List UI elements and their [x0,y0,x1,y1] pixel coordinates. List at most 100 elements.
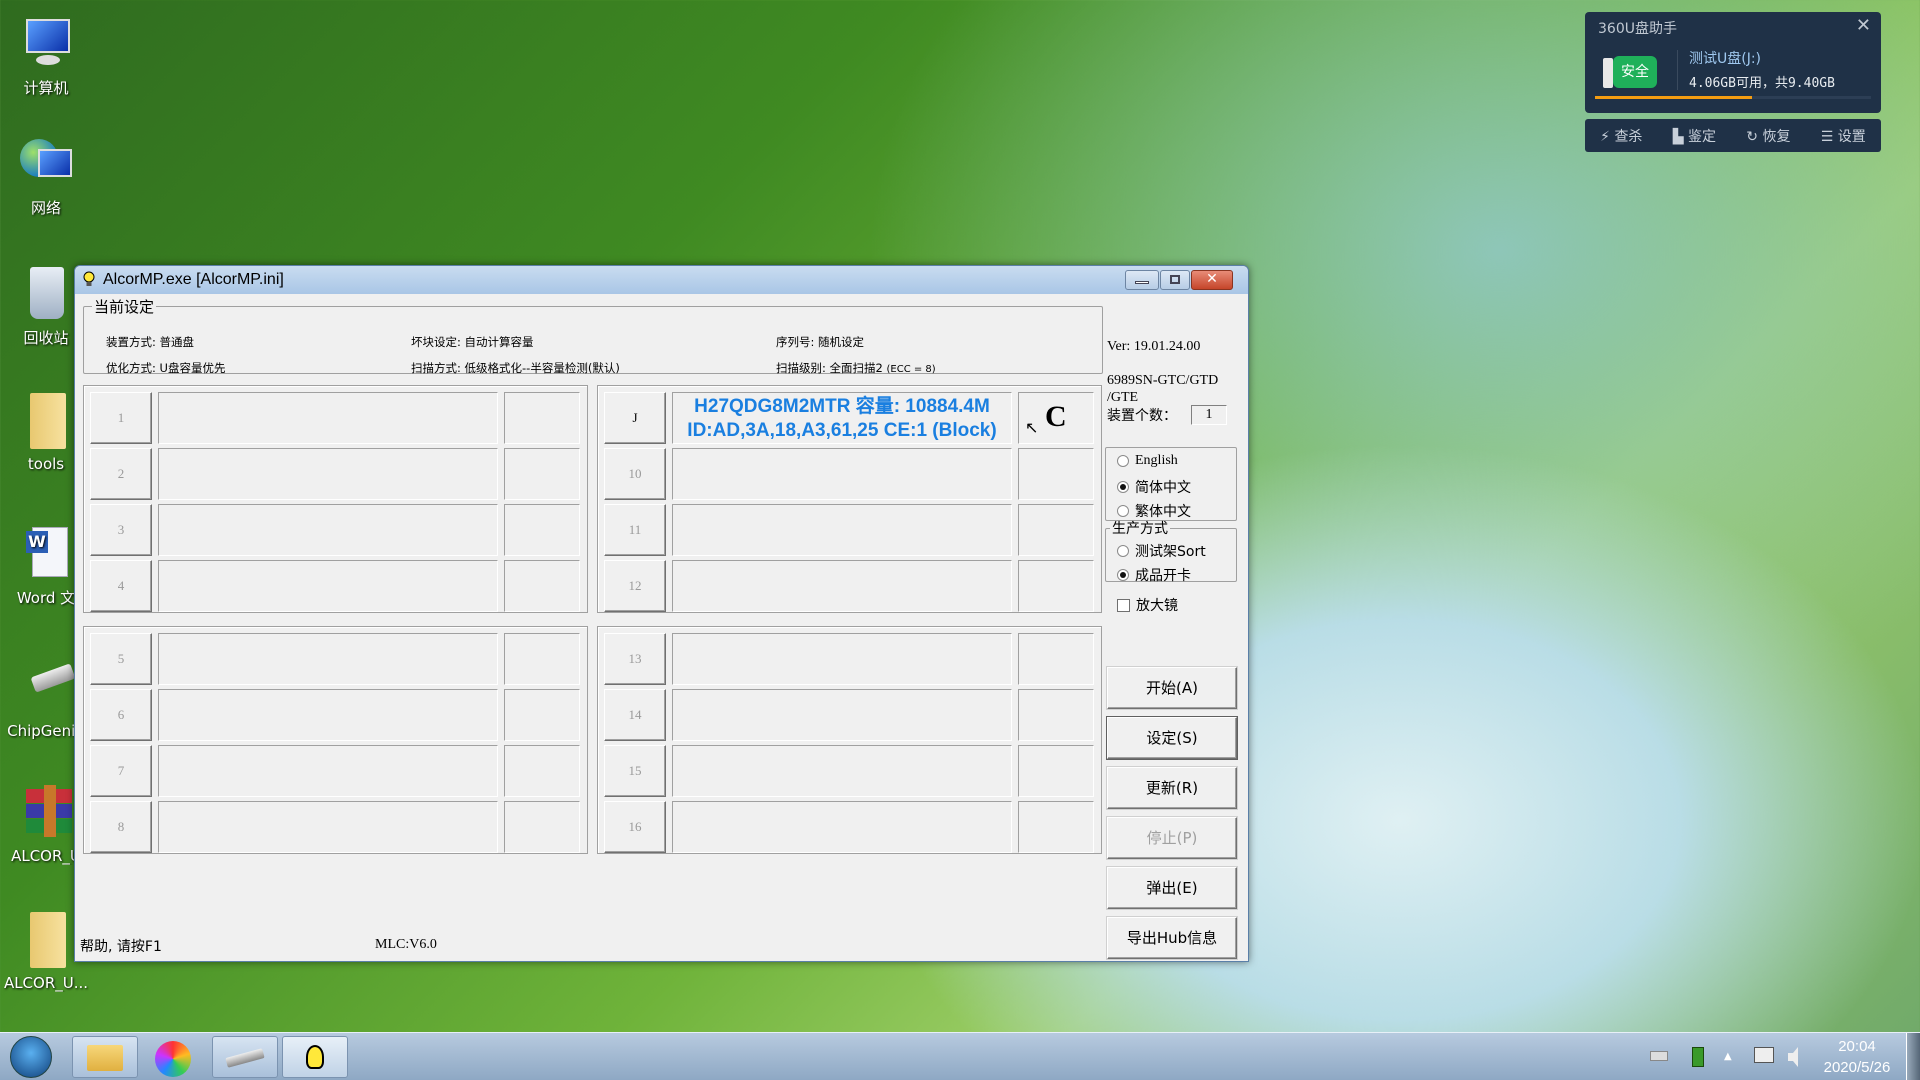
desktop-icon-computer[interactable]: 计算机 [0,15,92,98]
port-button[interactable]: 15 [604,745,666,797]
port-panel-1-4: 1234 [83,385,588,613]
port-panel-9-12: J H27QDG8M2MTR 容量: 10884.4M ID:AD,3A,18,A3… [597,385,1102,613]
port-info [158,801,498,853]
port-status [1018,689,1094,741]
stop-button[interactable]: 停止(P) [1107,817,1237,859]
port-status [1018,745,1094,797]
port-status [504,689,580,741]
port-info [158,560,498,612]
magnifier-checkbox[interactable]: 放大镜 [1117,595,1178,615]
port-row: 8 [90,801,581,853]
production-card-radio[interactable]: 成品开卡 [1117,565,1191,585]
port-status [1018,633,1094,685]
port-row: 2 [90,448,581,500]
folder-icon [18,393,74,449]
flash-model-capacity: H27QDG8M2MTR 容量: 10884.4M [694,396,990,417]
port-row: 4 [90,560,581,612]
volume-icon[interactable] [1788,1047,1798,1067]
port-button[interactable]: 10 [604,448,666,500]
clock[interactable]: 20:04 2020/5/26 [1810,1036,1904,1078]
port-button[interactable]: 2 [90,448,152,500]
port-button[interactable]: 4 [90,560,152,612]
port-button[interactable]: 5 [90,633,152,685]
device-count-field[interactable]: 1 [1191,405,1227,425]
lightbulb-icon [83,271,95,286]
start-button[interactable] [10,1036,52,1078]
port-info [158,633,498,685]
port-button[interactable]: 16 [604,801,666,853]
port-button[interactable]: 6 [90,689,152,741]
show-desktop-button[interactable] [1906,1033,1920,1080]
port-row: 11 [604,504,1095,556]
port-row: 7 [90,745,581,797]
taskbar-360-browser[interactable] [140,1036,206,1078]
title-bar[interactable]: AlcorMP.exe [AlcorMP.ini] ✕ [75,266,1248,294]
port-status [1018,448,1094,500]
port-status [504,560,580,612]
recycle-bin-icon [18,265,74,321]
port-info [158,689,498,741]
port-row: 16 [604,801,1095,853]
close-icon[interactable]: ✕ [1856,15,1871,36]
lightbulb-icon [306,1045,324,1069]
scan-level: 扫描级别: 全面扫描2 (ECC = 8) [776,361,936,375]
port-panel-5-8: 5678 [83,626,588,854]
port-button[interactable]: 14 [604,689,666,741]
language-simplified-radio[interactable]: 简体中文 [1117,477,1191,497]
port-button[interactable]: 11 [604,504,666,556]
scan-button[interactable]: ⚡ 查杀 [1600,126,1642,146]
port-info [672,504,1012,556]
port-status [504,504,580,556]
minimize-button[interactable] [1125,270,1159,290]
export-hub-button[interactable]: 导出Hub信息 [1107,917,1237,959]
settings-button[interactable]: ☰ 设置 [1821,126,1866,146]
maximize-button[interactable] [1160,270,1190,290]
port-button[interactable]: 3 [90,504,152,556]
language-english-radio[interactable]: English [1117,453,1178,469]
port-status [1018,560,1094,612]
usb-helper-popup: 360U盘助手 ✕ 安全 测试U盘(J:) 4.06GB可用，共9.40GB ⚡… [1585,12,1881,152]
browser-icon [155,1041,191,1077]
show-hidden-icons[interactable]: ▲ [1724,1051,1732,1062]
port-button[interactable]: 12 [604,560,666,612]
port-info [672,448,1012,500]
usb-safely-remove-icon[interactable] [1692,1047,1704,1067]
port-status: C ↖ [1018,392,1094,444]
network-status-icon[interactable] [1754,1047,1774,1063]
port-row: 5 [90,633,581,685]
refresh-button[interactable]: 更新(R) [1107,767,1237,809]
close-button[interactable]: ✕ [1191,270,1233,290]
keyboard-icon[interactable] [1650,1051,1668,1061]
port-button[interactable]: J [604,392,666,444]
port-info [672,689,1012,741]
usb-drive-icon [18,660,76,716]
taskbar-explorer[interactable] [72,1036,138,1078]
port-status [504,633,580,685]
identify-button[interactable]: ▙ 鉴定 [1673,126,1716,146]
restore-button[interactable]: ↻ 恢复 [1746,126,1790,146]
port-button[interactable]: 13 [604,633,666,685]
folder-icon [18,912,74,968]
drive-name[interactable]: 测试U盘(J:) [1689,48,1761,68]
port-info [672,633,1012,685]
eject-button[interactable]: 弹出(E) [1107,867,1237,909]
port-row: 12 [604,560,1095,612]
space-bar-fill [1595,96,1753,99]
port-info [158,504,498,556]
taskbar-chipgenius[interactable] [212,1036,278,1078]
chip-model: 6989SN-GTC/GTD /GTE [1107,373,1219,405]
device-count-label: 装置个数： [1107,408,1177,424]
port-status [1018,801,1094,853]
settings-button[interactable]: 设定(S) [1106,716,1238,760]
word-document-icon: W [18,525,74,581]
start-button[interactable]: 开始(A) [1107,667,1237,709]
port-button[interactable]: 1 [90,392,152,444]
port-button[interactable]: 8 [90,801,152,853]
version-label: Ver: 19.01.24.00 [1107,339,1201,354]
port-info [672,560,1012,612]
taskbar-alcormp[interactable] [282,1036,348,1078]
desktop-icon-network[interactable]: 网络 [0,135,92,218]
production-sort-radio[interactable]: 测试架Sort [1117,541,1206,561]
port-button[interactable]: 7 [90,745,152,797]
port-status [504,448,580,500]
